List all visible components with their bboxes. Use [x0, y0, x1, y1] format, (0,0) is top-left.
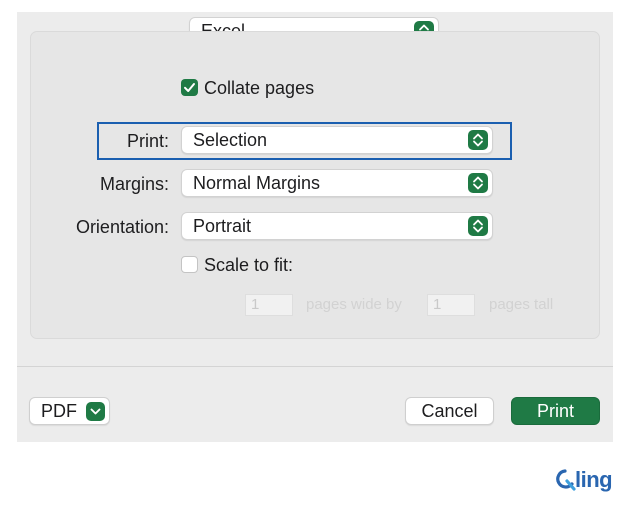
pages-tall-input[interactable]: 1: [427, 294, 475, 316]
pages-wide-input[interactable]: 1: [245, 294, 293, 316]
collate-pages-label: Collate pages: [204, 78, 315, 98]
print-row-focus-ring: [97, 122, 512, 160]
updown-chevron-icon: [468, 216, 488, 236]
print-button[interactable]: Print: [511, 397, 600, 425]
cancel-button[interactable]: Cancel: [405, 397, 494, 425]
pdf-label: PDF: [41, 401, 77, 421]
pages-tall-text: pages tall: [489, 296, 554, 313]
collate-pages-checkbox[interactable]: [181, 79, 198, 96]
updown-chevron-icon: [468, 173, 488, 193]
margins-select[interactable]: Normal Margins: [181, 169, 493, 197]
pdf-menu-button[interactable]: PDF: [29, 397, 110, 425]
orientation-select[interactable]: Portrait: [181, 212, 493, 240]
checkmark-icon: [184, 83, 195, 92]
margins-label: Margins:: [99, 174, 169, 194]
orientation-label: Orientation:: [75, 217, 169, 237]
scale-to-fit-checkbox[interactable]: [181, 256, 198, 273]
print-dialog: Excel Collate pages Print: Selection Mar…: [17, 12, 613, 442]
orientation-value: Portrait: [193, 216, 252, 236]
logo-text: ling: [575, 467, 613, 492]
margins-value: Normal Margins: [193, 173, 321, 193]
chevron-down-icon: [86, 402, 105, 421]
pages-wide-text: pages wide by: [306, 296, 402, 313]
footer-divider: [17, 366, 613, 367]
qling-logo-icon: [556, 469, 576, 491]
scale-to-fit-label: Scale to fit:: [204, 255, 294, 275]
qling-logo: ling: [553, 466, 615, 494]
